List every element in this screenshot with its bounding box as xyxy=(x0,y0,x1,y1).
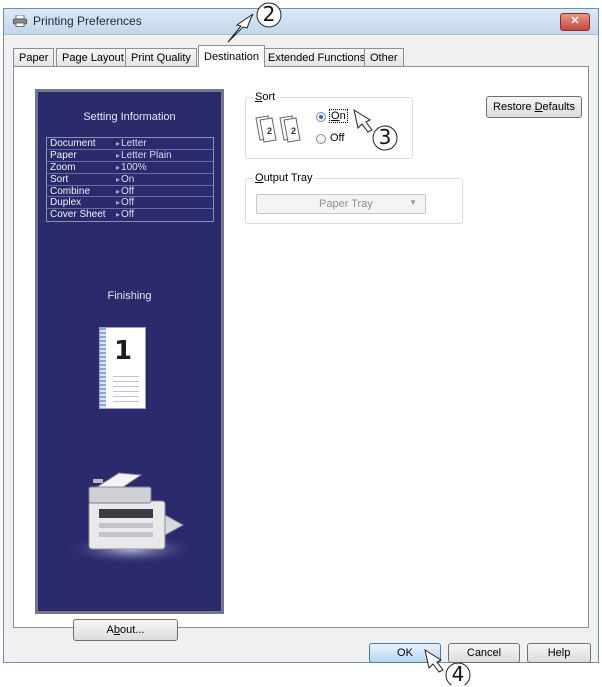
sort-legend: Sort xyxy=(253,91,278,103)
restore-defaults-button[interactable]: Restore Defaults xyxy=(486,96,582,118)
setting-row-paper: Paper Letter Plain xyxy=(47,150,213,162)
setting-key: Duplex xyxy=(50,197,82,209)
restore-label-mnemonic: D xyxy=(534,101,543,113)
setting-key: Cover Sheet xyxy=(50,209,106,221)
setting-key: Document xyxy=(50,138,96,149)
output-tray-value: Paper Tray xyxy=(319,198,373,210)
page-text-lines xyxy=(113,376,139,402)
destination-panel: Setting Information Document Letter Paper… xyxy=(13,66,589,641)
multifunction-printer-icon xyxy=(65,472,197,565)
collated-pages-icon: 2 2 xyxy=(255,115,301,143)
tab-print-quality[interactable]: Print Quality xyxy=(125,48,197,66)
output-tray-legend-mnemonic: O xyxy=(255,172,264,184)
setting-information-title: Setting Information xyxy=(83,111,176,123)
tab-page-layout[interactable]: Page Layout xyxy=(56,48,130,66)
setting-value: Off xyxy=(116,209,213,221)
restore-label-post: efaults xyxy=(542,101,575,113)
sort-on-radio[interactable] xyxy=(316,112,326,122)
sort-on-mnemonic: O xyxy=(331,110,340,122)
setting-information-table: Document Letter Paper Letter Plain Zoom 100… xyxy=(46,137,214,223)
callout-number: 4 xyxy=(451,662,465,686)
svg-text:2: 2 xyxy=(291,126,296,136)
about-label-pre: A xyxy=(106,624,114,636)
setting-row-document: Document Letter xyxy=(47,138,213,150)
setting-key: Paper xyxy=(50,149,77,161)
sort-on-rest: n xyxy=(339,110,346,122)
output-tray-select[interactable]: Paper Tray ▼ xyxy=(256,194,426,214)
page-binding-edge xyxy=(100,328,106,408)
close-icon: ✕ xyxy=(570,15,580,27)
setting-value: Off xyxy=(116,186,213,197)
callout-4: 4 xyxy=(423,648,478,686)
setting-row-sort: Sort On xyxy=(47,174,213,186)
printing-preferences-window: Printing Preferences ✕ Paper Page Layout… xyxy=(3,8,599,663)
setting-key: Zoom xyxy=(50,161,76,173)
output-tray-group: Output Tray Paper Tray ▼ xyxy=(245,172,463,224)
finishing-label: Finishing xyxy=(107,290,152,302)
setting-value: Off xyxy=(116,197,213,209)
setting-row-combine: Combine Off xyxy=(47,186,213,198)
about-label-post: out... xyxy=(120,624,145,636)
setting-value: Letter Plain xyxy=(116,150,213,161)
sort-legend-rest: ort xyxy=(262,91,276,103)
svg-text:2: 2 xyxy=(267,126,272,136)
callout-number: 3 xyxy=(378,125,392,149)
printer-icon xyxy=(13,15,27,27)
setting-row-cover-sheet: Cover Sheet Off xyxy=(47,209,213,221)
tab-extended-functions[interactable]: Extended Functions xyxy=(262,48,372,66)
output-tray-legend: Output Tray xyxy=(253,172,315,184)
output-tray-legend-rest: utput Tray xyxy=(263,172,313,184)
setting-key: Combine xyxy=(50,185,91,197)
title-bar: Printing Preferences ✕ xyxy=(4,9,598,35)
chevron-down-icon: ▼ xyxy=(409,198,417,207)
callout-number: 2 xyxy=(262,2,276,26)
window-title: Printing Preferences xyxy=(33,14,142,28)
setting-value: On xyxy=(116,174,213,185)
callout-3: 3 xyxy=(352,108,402,154)
page-number: 1 xyxy=(114,336,133,366)
about-button[interactable]: About... xyxy=(73,619,178,641)
setting-value: Letter xyxy=(116,138,213,149)
setting-row-zoom: Zoom 100% xyxy=(47,162,213,174)
page-preview: 1 xyxy=(99,327,146,409)
tab-other[interactable]: Other xyxy=(364,48,404,66)
setting-information-panel: Setting Information Document Letter Paper… xyxy=(35,89,224,614)
help-button[interactable]: Help xyxy=(527,643,591,663)
close-button[interactable]: ✕ xyxy=(560,13,590,31)
callout-2: 2 xyxy=(225,0,295,50)
sort-on-label[interactable]: On xyxy=(329,109,348,123)
setting-value: 100% xyxy=(116,162,213,173)
restore-label-pre: Restore xyxy=(493,101,535,113)
sort-off-radio[interactable] xyxy=(316,134,326,144)
sort-off-label[interactable]: Off xyxy=(330,132,344,144)
setting-row-duplex: Duplex Off xyxy=(47,197,213,210)
setting-key: Sort xyxy=(50,173,69,185)
tab-paper[interactable]: Paper xyxy=(13,48,55,66)
